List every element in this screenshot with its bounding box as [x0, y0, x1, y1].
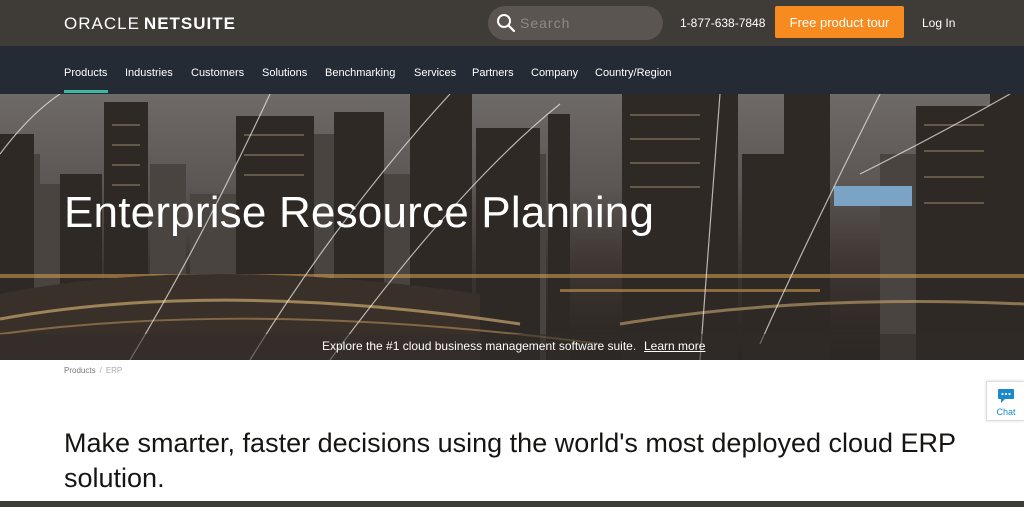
logo-oracle: ORACLE — [64, 14, 140, 33]
logo-netsuite: NETSUITE — [143, 14, 236, 33]
breadcrumb-erp: ERP — [105, 366, 123, 375]
active-nav-indicator — [64, 90, 108, 93]
hero-banner: Enterprise Resource Planning Explore the… — [0, 94, 1024, 360]
nav-item-solutions[interactable]: Solutions — [262, 67, 307, 79]
oracle-netsuite-logo[interactable]: ORACLE NETSUITE — [64, 14, 236, 34]
nav-item-company[interactable]: Company — [531, 67, 578, 79]
main-nav: Products Industries Customers Solutions … — [0, 46, 1024, 94]
breadcrumb: Products / ERP — [64, 366, 122, 375]
chat-bubble-icon — [998, 389, 1014, 403]
nav-item-partners[interactable]: Partners — [472, 67, 514, 79]
nav-item-customers[interactable]: Customers — [191, 67, 244, 79]
breadcrumb-products[interactable]: Products — [64, 366, 96, 375]
free-product-tour-button[interactable]: Free product tour — [775, 6, 904, 38]
nav-item-services[interactable]: Services — [414, 67, 456, 79]
hero-title: Enterprise Resource Planning — [64, 188, 655, 237]
search-box[interactable] — [488, 6, 663, 40]
top-bar: ORACLENETSUITE 1-877-638-7848 Free produ… — [0, 0, 1024, 46]
chat-widget[interactable]: Chat — [986, 381, 1024, 421]
learn-more-link[interactable]: Learn more — [644, 339, 705, 353]
chat-label: Chat — [996, 407, 1016, 417]
nav-item-industries[interactable]: Industries — [125, 67, 173, 79]
main-headline: Make smarter, faster decisions using the… — [64, 428, 956, 493]
search-icon[interactable] — [496, 13, 516, 33]
bottom-bar — [0, 501, 1024, 507]
breadcrumb-separator: / — [99, 366, 102, 375]
nav-item-products[interactable]: Products — [64, 67, 107, 79]
log-in-link[interactable]: Log In — [922, 16, 955, 30]
hero-subtitle: Explore the #1 cloud business management… — [322, 339, 637, 353]
phone-link[interactable]: 1-877-638-7848 — [680, 16, 765, 30]
nav-item-country-region[interactable]: Country/Region — [595, 67, 671, 79]
search-input[interactable] — [520, 13, 655, 33]
nav-item-benchmarking[interactable]: Benchmarking — [325, 67, 395, 79]
